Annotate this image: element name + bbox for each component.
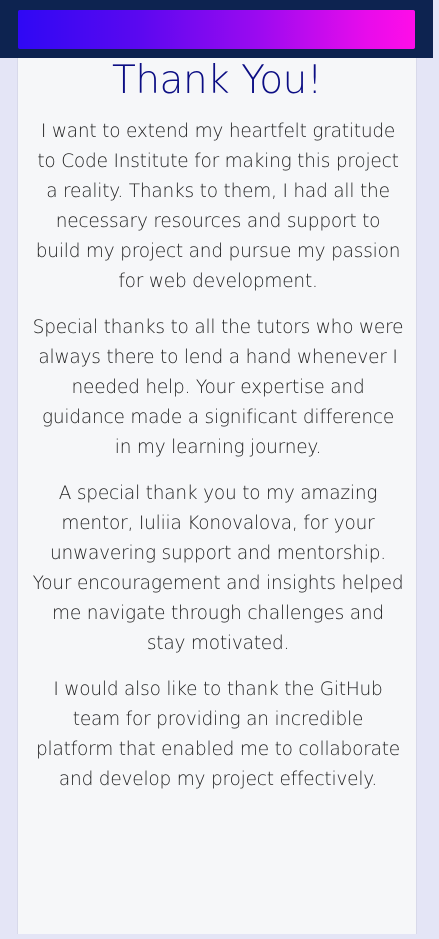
thank-you-card: Thank You! I want to extend my heartfelt… xyxy=(17,58,417,934)
paragraph-code-institute: I want to extend my heartfelt gratitude … xyxy=(35,121,401,292)
paragraph-tutors: Special thanks to all the tutors who wer… xyxy=(32,317,404,458)
gradient-banner xyxy=(18,10,415,49)
paragraph-mentor: A special thank you to my amazing mentor… xyxy=(32,483,404,654)
header-bar xyxy=(0,0,433,58)
paragraph-github: I would also like to thank the GitHub te… xyxy=(36,679,400,790)
page-title: Thank You! xyxy=(112,58,323,103)
